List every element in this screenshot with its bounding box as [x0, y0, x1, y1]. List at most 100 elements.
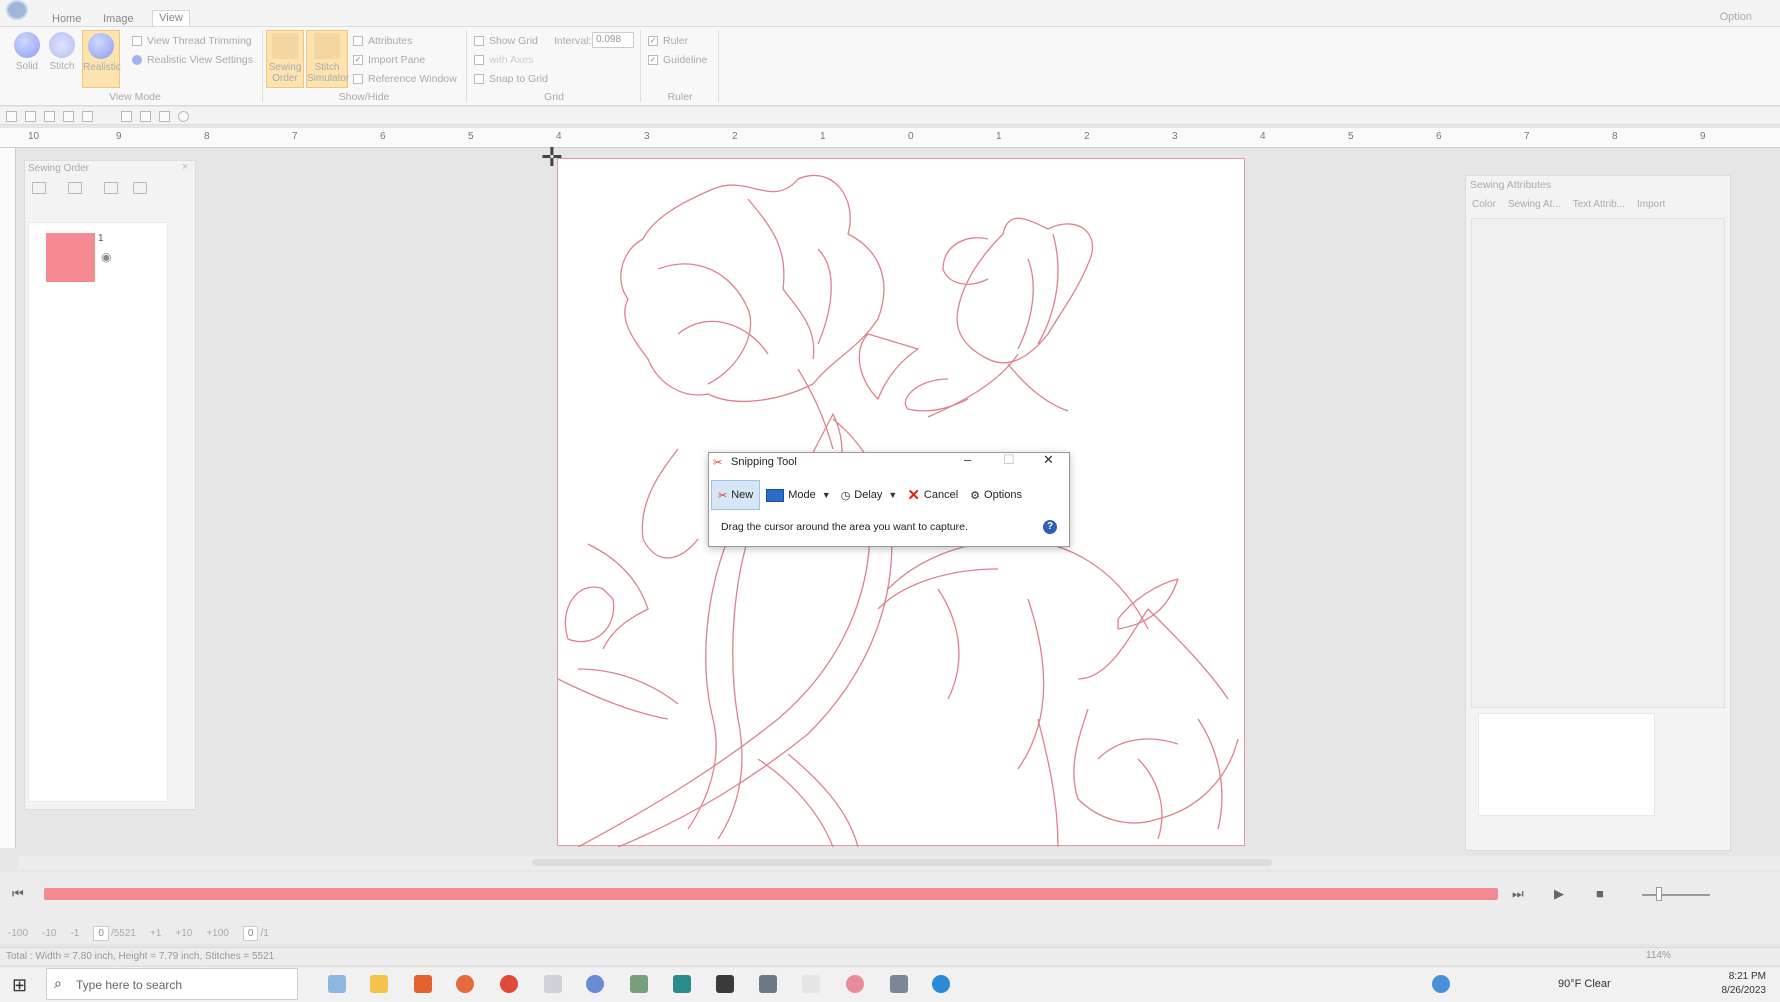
brave-browser-icon[interactable] [414, 975, 432, 993]
chevron-down-icon[interactable]: ▼ [822, 490, 831, 500]
reference-window-checkbox[interactable]: Reference Window [353, 73, 457, 85]
frame-icon[interactable] [133, 182, 147, 194]
guideline-checkbox[interactable]: ✓ Guideline [648, 54, 707, 66]
publisher-icon[interactable] [673, 975, 691, 993]
sort-icon[interactable] [68, 182, 82, 194]
tab-sewing-attributes[interactable]: Sewing At... [1508, 199, 1561, 210]
tab-view[interactable]: View [152, 10, 190, 26]
merge-icon[interactable] [104, 182, 118, 194]
ruler-checkbox[interactable]: ✓ Ruler [648, 35, 688, 47]
color-swatch[interactable] [46, 233, 95, 282]
vertical-ruler [0, 148, 16, 848]
task-view-icon[interactable] [328, 975, 346, 993]
eye-icon[interactable]: ◉ [101, 250, 111, 264]
with-axes-checkbox[interactable]: with Axes [474, 54, 533, 66]
speed-slider-knob[interactable] [1656, 887, 1662, 901]
skip-forward-icon[interactable]: ⏭ [1512, 886, 1524, 902]
open-file-icon[interactable] [25, 111, 36, 122]
cancel-button[interactable]: ✕ Cancel [901, 480, 964, 510]
new-file-icon[interactable] [6, 111, 17, 122]
paste-icon[interactable] [159, 111, 170, 122]
import-pane-checkbox[interactable]: ✓ Import Pane [353, 54, 425, 66]
close-icon[interactable]: ✕ [1043, 452, 1054, 468]
option-menu[interactable]: Option [1720, 11, 1752, 23]
tab-home[interactable]: Home [52, 13, 81, 25]
frame-input[interactable]: 0 [242, 925, 259, 941]
mode-icon [766, 488, 785, 502]
firefox-icon[interactable] [456, 975, 474, 993]
snipping-tool-toolbar: ✂ New Mode ▼ ◷ Delay ▼ ✕ Cancel ⚙ Options [711, 479, 1067, 511]
options-button[interactable]: ⚙ Options [964, 480, 1028, 510]
skip-back-icon[interactable]: ⏮ [12, 886, 24, 902]
clock[interactable]: 8:21 PM 8/26/2023 [1712, 970, 1767, 998]
new-snip-button[interactable]: ✂ New [711, 480, 761, 510]
help-icon[interactable] [178, 111, 189, 122]
ribbon-divider [640, 30, 641, 102]
cut-icon[interactable] [121, 111, 132, 122]
notes-icon[interactable] [716, 975, 734, 993]
solid-view-button[interactable]: Solid [12, 32, 42, 72]
minus-1-button[interactable]: -1 [70, 928, 79, 939]
attributes-icon [353, 36, 363, 46]
image-app-icon[interactable] [630, 975, 648, 993]
minimize-icon[interactable]: – [964, 452, 971, 467]
simulator-controls: -100 -10 -1 0 /5521 +1 +10 +100 0 /1 [0, 922, 1780, 944]
attributes-dropdown[interactable]: Attributes [353, 35, 412, 47]
stitch-counter: 0 /5521 [93, 925, 136, 941]
stitch-view-button[interactable]: Stitch [47, 32, 77, 72]
plus-100-button[interactable]: +100 [206, 928, 229, 939]
app-logo-icon[interactable] [6, 0, 28, 20]
stitch-input[interactable]: 0 [93, 925, 109, 941]
ruler-label: 10 [28, 131, 40, 142]
ruler-label: 0 [908, 131, 914, 142]
interval-input[interactable]: 0.098 [592, 32, 634, 48]
checkbox-checked-icon: ✓ [648, 55, 658, 65]
realistic-view-settings-button[interactable]: Realistic View Settings [132, 54, 253, 66]
app-icon[interactable] [544, 975, 562, 993]
plus-10-button[interactable]: +10 [175, 928, 192, 939]
file-explorer-icon[interactable] [370, 975, 388, 993]
stop-icon[interactable]: ■ [1596, 886, 1604, 901]
snipping-tool-taskbar-icon[interactable] [846, 975, 864, 993]
show-grid-checkbox[interactable]: Show Grid [474, 35, 538, 47]
mode-button[interactable]: Mode [760, 480, 822, 510]
plus-1-button[interactable]: +1 [150, 928, 161, 939]
embroidery-app-icon[interactable] [586, 975, 604, 993]
ruler-label: 6 [380, 131, 386, 142]
tab-color[interactable]: Color [1472, 199, 1496, 210]
blank-app-icon[interactable] [802, 975, 820, 993]
undo-icon[interactable] [82, 111, 93, 122]
people-icon[interactable] [1432, 975, 1450, 993]
realistic-view-button[interactable]: Realistic [82, 30, 121, 88]
windows-start-icon[interactable]: ⊞ [12, 975, 27, 996]
snap-to-grid-checkbox[interactable]: Snap to Grid [474, 73, 548, 85]
calculator-icon[interactable] [890, 975, 908, 993]
sewing-order-button[interactable]: Sewing Order [266, 30, 304, 88]
close-icon[interactable]: × [182, 161, 188, 173]
tab-image[interactable]: Image [103, 13, 134, 25]
view-thread-trimming-checkbox[interactable]: View Thread Trimming [132, 35, 252, 47]
copy-icon[interactable] [140, 111, 151, 122]
save-icon[interactable] [44, 111, 55, 122]
tab-import[interactable]: Import [1637, 199, 1665, 210]
scrollbar-thumb[interactable] [532, 859, 1272, 866]
chrome-icon[interactable] [500, 975, 518, 993]
minus-10-button[interactable]: -10 [42, 928, 56, 939]
minus-100-button[interactable]: -100 [8, 928, 28, 939]
edge-icon[interactable] [932, 975, 950, 993]
clock-icon: ◷ [840, 489, 851, 502]
play-icon[interactable]: ▶ [1554, 886, 1564, 902]
tool-icon[interactable] [759, 975, 777, 993]
speed-slider-track[interactable] [1642, 894, 1710, 896]
weather-widget[interactable]: 90°F Clear [1558, 978, 1611, 990]
delay-button[interactable]: ◷ Delay [835, 480, 889, 510]
sewing-attributes-content [1471, 218, 1725, 708]
tab-text-attributes[interactable]: Text Attrib... [1573, 199, 1625, 210]
stitch-simulator-button[interactable]: Stitch Simulator [306, 30, 349, 88]
help-icon[interactable]: ? [1043, 520, 1057, 534]
stitch-progress-bar[interactable] [44, 888, 1498, 900]
view-icon[interactable] [32, 182, 46, 194]
solid-icon [14, 32, 40, 58]
chevron-down-icon[interactable]: ▼ [888, 490, 897, 500]
settings-icon[interactable] [63, 111, 74, 122]
